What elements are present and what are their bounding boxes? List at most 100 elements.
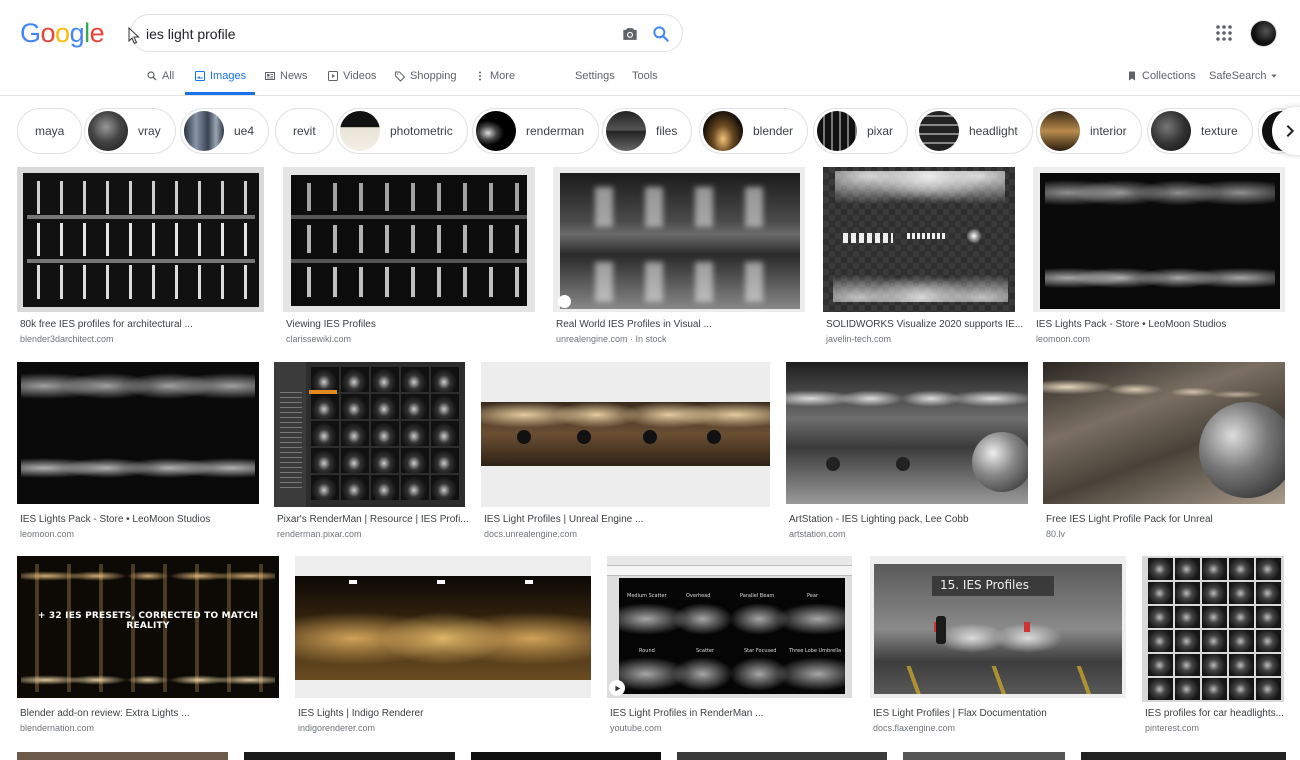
tab-all[interactable]: All bbox=[146, 70, 174, 82]
result-title[interactable]: IES Lights Pack - Store • LeoMoon Studio… bbox=[20, 514, 210, 525]
chip-files[interactable]: files bbox=[602, 108, 693, 154]
result-title[interactable]: Viewing IES Profiles bbox=[286, 319, 376, 330]
result-image[interactable]: 15. IES Profiles bbox=[870, 556, 1126, 698]
result-title[interactable]: ArtStation - IES Lighting pack, Lee Cobb bbox=[789, 514, 969, 525]
result-title[interactable]: IES profiles for car headlights... bbox=[1145, 708, 1284, 719]
tab-label: News bbox=[280, 70, 308, 82]
tab-label: Shopping bbox=[410, 70, 457, 82]
result-site[interactable]: youtube.com bbox=[610, 723, 662, 733]
collections-button[interactable]: Collections bbox=[1126, 70, 1196, 82]
image-icon bbox=[194, 70, 206, 82]
result-title[interactable]: Blender add-on review: Extra Lights ... bbox=[20, 708, 190, 719]
result-site[interactable]: pinterest.com bbox=[1145, 723, 1199, 733]
tab-more[interactable]: More bbox=[474, 70, 515, 82]
result-title[interactable]: Real World IES Profiles in Visual ... bbox=[556, 319, 712, 330]
image-label: Star Focused bbox=[744, 648, 777, 654]
bookmark-icon bbox=[1129, 71, 1135, 81]
result-image[interactable] bbox=[553, 167, 805, 312]
related-chips: maya vray ue4 revit photometric renderma… bbox=[0, 108, 1300, 156]
chip-thumbnail bbox=[88, 111, 128, 151]
tab-label: All bbox=[162, 70, 175, 82]
result-title[interactable]: IES Lights | Indigo Renderer bbox=[298, 708, 423, 719]
chip-blender[interactable]: blender bbox=[699, 108, 809, 154]
result-image[interactable] bbox=[786, 362, 1028, 504]
result-site[interactable]: blendernation.com bbox=[20, 723, 94, 733]
search-icon bbox=[147, 71, 157, 81]
apps-grid-icon[interactable] bbox=[1215, 24, 1233, 42]
chip-interior[interactable]: interior bbox=[1036, 108, 1142, 154]
chip-thumbnail bbox=[184, 111, 224, 151]
result-title[interactable]: Pixar's RenderMan | Resource | IES Profi… bbox=[277, 514, 469, 525]
result-site[interactable]: docs.unrealengine.com bbox=[484, 529, 577, 539]
mouse-cursor-icon bbox=[128, 27, 140, 45]
more-vert-icon bbox=[479, 71, 481, 81]
result-site[interactable]: artstation.com bbox=[789, 529, 846, 539]
result-image[interactable]: + 32 IES PRESETS, CORRECTED TO MATCH REA… bbox=[17, 556, 279, 698]
result-image[interactable] bbox=[17, 167, 264, 312]
news-icon bbox=[265, 72, 275, 80]
chip-maya[interactable]: maya bbox=[17, 108, 83, 154]
tab-tools[interactable]: Tools bbox=[632, 70, 658, 82]
image-label: Pear bbox=[807, 593, 819, 599]
result-image[interactable] bbox=[274, 362, 465, 507]
result-image[interactable] bbox=[17, 362, 259, 504]
tab-videos[interactable]: Videos bbox=[327, 70, 376, 82]
chip-pixar[interactable]: pixar bbox=[813, 108, 909, 154]
result-image[interactable] bbox=[1142, 556, 1284, 702]
result-site[interactable]: javelin-tech.com bbox=[826, 334, 891, 344]
result-title[interactable]: IES Light Profiles | Unreal Engine ... bbox=[484, 514, 643, 525]
result-site[interactable]: clarissewiki.com bbox=[286, 334, 351, 344]
chip-revit[interactable]: revit bbox=[275, 108, 334, 154]
chip-vray[interactable]: vray bbox=[84, 108, 176, 154]
chip-renderman[interactable]: renderman bbox=[472, 108, 600, 154]
collections-label: Collections bbox=[1142, 70, 1196, 82]
result-site[interactable]: indigorenderer.com bbox=[298, 723, 375, 733]
result-title[interactable]: IES Light Profiles in RenderMan ... bbox=[610, 708, 763, 719]
chip-photometric[interactable]: photometric bbox=[336, 108, 468, 154]
result-site[interactable]: leomoon.com bbox=[1036, 334, 1090, 344]
result-site[interactable]: unrealengine.com · In stock bbox=[556, 334, 667, 344]
result-title[interactable]: Free IES Light Profile Pack for Unreal bbox=[1046, 514, 1213, 525]
search-box[interactable] bbox=[130, 14, 683, 52]
chip-thumbnail bbox=[1151, 111, 1191, 151]
result-site[interactable]: blender3darchitect.com bbox=[20, 334, 114, 344]
result-site[interactable]: leomoon.com bbox=[20, 529, 74, 539]
chip-headlight[interactable]: headlight bbox=[915, 108, 1033, 154]
chip-label: renderman bbox=[526, 124, 585, 138]
tab-images[interactable]: Images bbox=[194, 70, 246, 82]
result-title[interactable]: IES Lights Pack - Store • LeoMoon Studio… bbox=[1036, 319, 1226, 330]
camera-icon[interactable] bbox=[620, 24, 640, 44]
tab-settings[interactable]: Settings bbox=[575, 70, 615, 82]
search-input[interactable] bbox=[146, 24, 606, 44]
result-title[interactable]: 80k free IES profiles for architectural … bbox=[20, 319, 193, 330]
image-overlay-text: + 32 IES PRESETS, CORRECTED TO MATCH REA… bbox=[37, 611, 259, 631]
account-avatar[interactable] bbox=[1250, 20, 1277, 47]
result-site[interactable]: renderman.pixar.com bbox=[277, 529, 362, 539]
result-image[interactable] bbox=[295, 556, 591, 698]
result-title[interactable]: IES Light Profiles | Flax Documentation bbox=[873, 708, 1047, 719]
google-logo[interactable]: Google bbox=[20, 18, 105, 49]
result-image[interactable] bbox=[1043, 362, 1285, 504]
tab-shopping[interactable]: Shopping bbox=[394, 70, 457, 82]
chip-label: headlight bbox=[969, 124, 1018, 138]
chip-ue4[interactable]: ue4 bbox=[180, 108, 270, 154]
tag-icon bbox=[558, 295, 571, 308]
result-site[interactable]: docs.flaxengine.com bbox=[873, 723, 955, 733]
result-image[interactable]: Medium Scatter Overhead Parallel Beam Pe… bbox=[607, 556, 852, 698]
chip-label: photometric bbox=[390, 124, 453, 138]
safesearch-button[interactable]: SafeSearch bbox=[1209, 70, 1278, 82]
result-image[interactable] bbox=[283, 167, 535, 312]
header: Google All Images bbox=[0, 0, 1300, 96]
chevron-right-icon bbox=[1286, 124, 1295, 138]
chip-label: maya bbox=[35, 124, 65, 138]
chip-label: files bbox=[656, 124, 678, 138]
result-image[interactable] bbox=[481, 362, 770, 507]
chip-texture[interactable]: texture bbox=[1147, 108, 1253, 154]
result-image[interactable] bbox=[1033, 167, 1285, 312]
result-site[interactable]: 80.lv bbox=[1046, 529, 1065, 539]
result-title[interactable]: SOLIDWORKS Visualize 2020 supports IE... bbox=[826, 319, 1023, 330]
search-icon[interactable] bbox=[651, 24, 671, 44]
image-label: Scatter bbox=[696, 648, 715, 654]
result-image[interactable] bbox=[823, 167, 1015, 312]
tab-news[interactable]: News bbox=[264, 70, 308, 82]
